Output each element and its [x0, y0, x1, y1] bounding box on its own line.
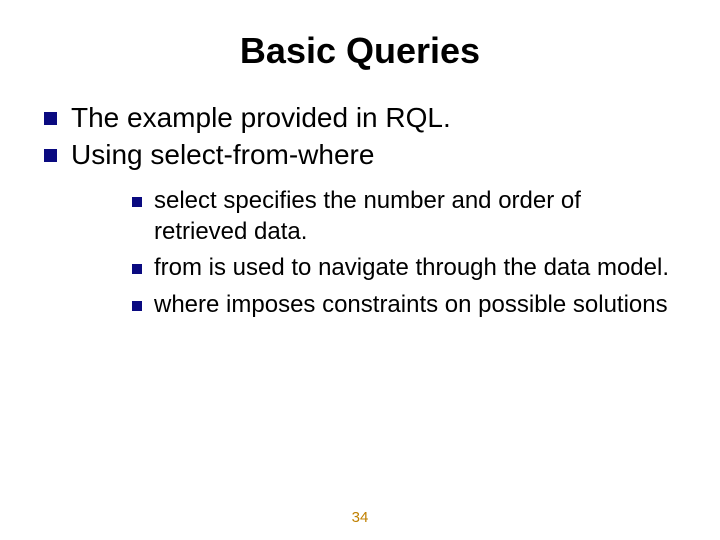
list-item-text: The example provided in RQL.	[71, 100, 451, 135]
list-item: where imposes constraints on possible so…	[132, 290, 680, 321]
square-bullet-icon	[132, 301, 142, 311]
inner-bullet-list: select specifies the number and order of…	[132, 186, 680, 321]
list-item-text: from is used to navigate through the dat…	[154, 253, 669, 284]
square-bullet-icon	[44, 149, 57, 162]
square-bullet-icon	[132, 197, 142, 207]
keyword: select	[154, 187, 217, 214]
keyword-desc: imposes constraints on possible solution…	[219, 291, 667, 318]
list-item-text: select specifies the number and order of…	[154, 186, 680, 247]
page-number: 34	[0, 509, 720, 526]
list-item: The example provided in RQL.	[44, 100, 680, 135]
keyword-desc: specifies the number and order of retrie…	[154, 187, 581, 245]
list-item: select specifies the number and order of…	[132, 186, 680, 247]
keyword: where	[154, 291, 219, 318]
list-item-text: where imposes constraints on possible so…	[154, 290, 668, 321]
list-item-text: Using select-from-where	[71, 137, 374, 172]
square-bullet-icon	[132, 264, 142, 274]
list-item: from is used to navigate through the dat…	[132, 253, 680, 284]
slide: Basic Queries The example provided in RQ…	[0, 0, 720, 540]
keyword-desc: is used to navigate through the data mod…	[202, 254, 669, 281]
keyword: from	[154, 254, 202, 281]
outer-bullet-list: The example provided in RQL. Using selec…	[44, 100, 680, 172]
square-bullet-icon	[44, 112, 57, 125]
list-item: Using select-from-where	[44, 137, 680, 172]
slide-title: Basic Queries	[40, 30, 680, 72]
